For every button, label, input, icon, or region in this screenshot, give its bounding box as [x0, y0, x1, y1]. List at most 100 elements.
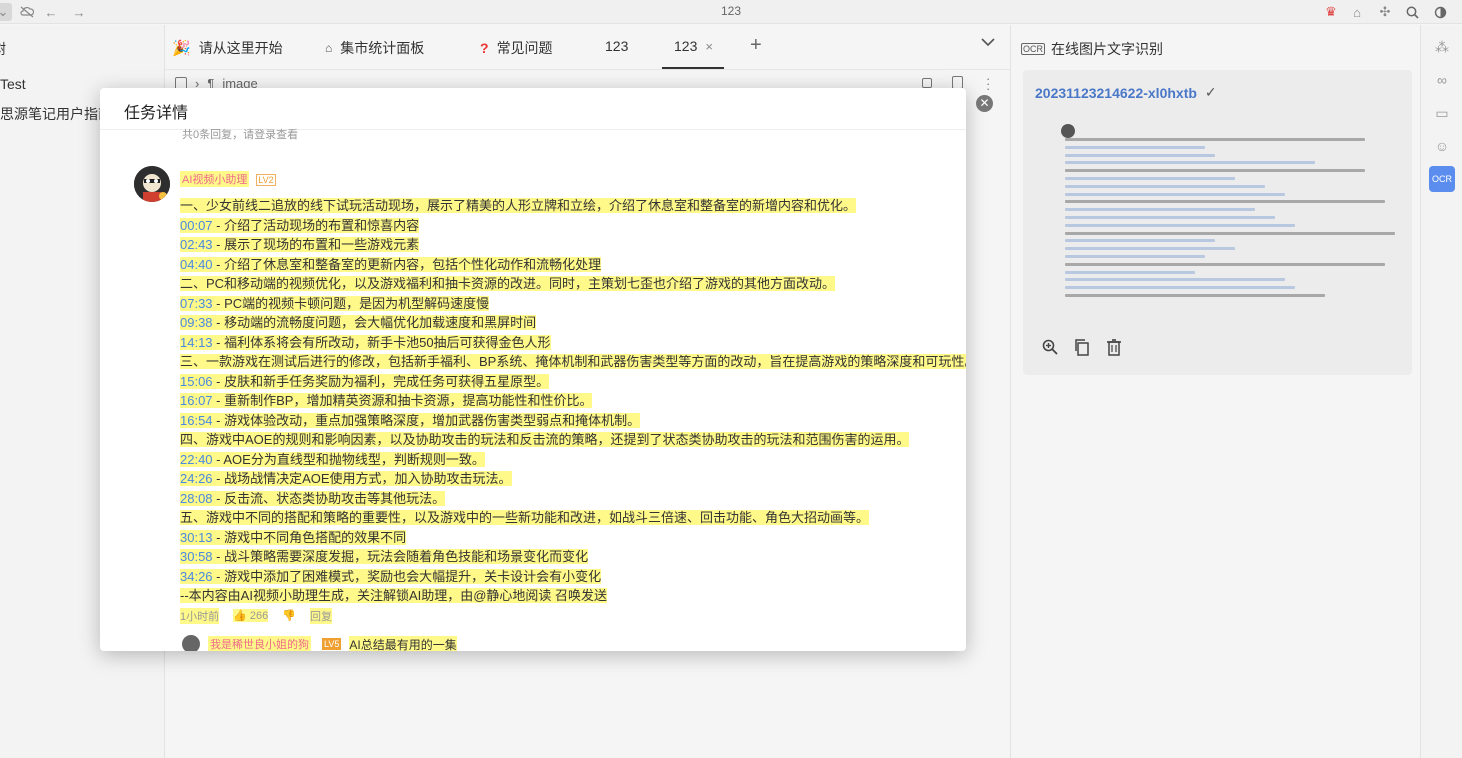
- thumbnail-text-line: [1065, 138, 1365, 141]
- graph-icon[interactable]: ⁂: [1429, 34, 1455, 60]
- timestamp-link[interactable]: 09:38: [180, 315, 213, 330]
- comment-body: AI视频小助理 LV2 一、少女前线二追放的线下试玩活动现场，展示了精美的人形立…: [180, 170, 966, 624]
- timestamp-link[interactable]: 28:08: [180, 491, 213, 506]
- tab-start-here[interactable]: 🎉 请从这里开始: [172, 38, 283, 58]
- summary-line: 30:13 - 游戏中不同角色搭配的效果不同: [180, 528, 940, 548]
- summary-line-text: 三、一款游戏在测试后进行的修改，包括新手福利、BP系统、掩体机制和武器伤害类型等…: [180, 354, 966, 369]
- ocr-item-card[interactable]: 20231123214622-xl0hxtb ✓: [1023, 70, 1412, 375]
- timestamp-link[interactable]: 16:07: [180, 393, 213, 408]
- timestamp-link[interactable]: 34:26: [180, 569, 213, 584]
- backlink-icon[interactable]: ▭: [1429, 100, 1455, 126]
- thumbnail-text-line: [1065, 145, 1205, 149]
- close-tab-icon[interactable]: ×: [705, 39, 713, 54]
- author-avatar[interactable]: [134, 166, 170, 202]
- thumbnail-text-line: [1065, 247, 1235, 251]
- chevron-down-icon[interactable]: [981, 37, 995, 47]
- reply-text: AI总结最有用的一集: [349, 635, 457, 651]
- tab-123-a[interactable]: 123: [605, 38, 628, 54]
- add-tab-icon[interactable]: +: [750, 34, 762, 57]
- thumbnail-text-line: [1065, 262, 1385, 266]
- thumbnail-text-line: [1065, 294, 1325, 297]
- summary-line: 04:40 - 介绍了休息室和整备室的更新内容，包括个性化动作和流畅化处理: [180, 255, 940, 275]
- tab-123-b[interactable]: 123 ×: [674, 38, 713, 54]
- summary-line-text: 一、少女前线二追放的线下试玩活动现场，展示了精美的人形立牌和立绘，介绍了休息室和…: [180, 198, 857, 213]
- level-badge: LV2: [256, 174, 276, 186]
- copy-icon[interactable]: [1073, 338, 1091, 356]
- summary-line-text: - 反击流、状态类协助攻击等其他玩法。: [212, 490, 446, 506]
- more-icon[interactable]: · · ·: [986, 72, 990, 95]
- sidebar-item-test[interactable]: Test: [0, 76, 26, 92]
- close-dialog-icon[interactable]: ✕: [976, 95, 993, 112]
- zoom-in-icon[interactable]: [1041, 338, 1059, 356]
- summary-line: 07:33 - PC端的视频卡顿问题，是因为机型解码速度慢: [180, 294, 940, 314]
- summary-line-text: - 介绍了活动现场的布置和惊喜内容: [212, 217, 420, 233]
- summary-line-text: - 展示了现场的布置和一些游戏元素: [212, 237, 420, 252]
- thumbnail-avatar: [1061, 124, 1075, 138]
- summary-line-text: 五、游戏中不同的搭配和策略的重要性，以及游戏中的一些新功能和改进，如战斗三倍速、…: [180, 510, 870, 525]
- thumbnail-text-line: [1065, 153, 1215, 157]
- thumbnail-text-line: [1065, 184, 1265, 188]
- summary-line: 02:43 - 展示了现场的布置和一些游戏元素: [180, 235, 940, 255]
- timestamp-link[interactable]: 24:26: [180, 471, 213, 486]
- summary-line: 00:07 - 介绍了活动现场的布置和惊喜内容: [180, 216, 940, 236]
- lock-icon[interactable]: [922, 78, 932, 88]
- window-title: 123: [720, 4, 742, 18]
- thumbnail-text-line: [1065, 200, 1385, 204]
- global-graph-icon[interactable]: ∞: [1429, 67, 1455, 93]
- summary-line: 09:38 - 移动端的流畅度问题，会大幅优化加载速度和黑屏时间: [180, 313, 940, 333]
- summary-line: 15:06 - 皮肤和新手任务奖励为福利，完成任务可获得五星原型。: [180, 372, 940, 392]
- ocr-image-thumbnail[interactable]: [1045, 118, 1405, 333]
- summary-line: 二、PC和移动端的视频优化，以及游戏福利和抽卡资源的改进。同时，主策划七歪也介绍…: [180, 274, 940, 294]
- active-tab-indicator: [662, 67, 724, 69]
- search-icon[interactable]: [1403, 3, 1421, 21]
- reply-button[interactable]: 回复: [309, 607, 332, 624]
- emoji-icon[interactable]: ☺: [1429, 133, 1455, 159]
- summary-line-text: - 重新制作BP，增加精英资源和抽卡资源，提高功能性和性价比。: [212, 393, 593, 408]
- timestamp-link[interactable]: 14:13: [180, 335, 213, 350]
- timestamp-link[interactable]: 30:58: [180, 549, 213, 564]
- ocr-dock-icon[interactable]: OCR: [1429, 166, 1455, 192]
- reply-item: 我是稀世良小姐的狗 LV5 AI总结最有用的一集: [182, 635, 457, 651]
- timestamp-link[interactable]: 07:33: [180, 296, 213, 311]
- thumbnail-text-line: [1065, 231, 1395, 235]
- timestamp-link[interactable]: 00:07: [180, 218, 213, 233]
- ocr-item-name[interactable]: 20231123214622-xl0hxtb ✓: [1035, 84, 1217, 101]
- check-icon: ✓: [1204, 84, 1217, 100]
- reply-avatar[interactable]: [182, 635, 200, 651]
- sidebar-item-tree[interactable]: 树: [0, 39, 6, 59]
- bank-icon[interactable]: ⌂: [1348, 3, 1366, 21]
- reply-author[interactable]: 我是稀世良小姐的狗: [208, 636, 311, 651]
- timestamp-link[interactable]: 30:13: [180, 530, 213, 545]
- timestamp-link[interactable]: 04:40: [180, 257, 213, 272]
- like-button[interactable]: 👍 266: [233, 609, 269, 622]
- tab-faq[interactable]: ? 常见问题: [480, 38, 553, 58]
- summary-line: 五、游戏中不同的搭配和策略的重要性，以及游戏中的一些新功能和改进，如战斗三倍速、…: [180, 508, 940, 528]
- tab-market-stats[interactable]: ⌂ 集市统计面板: [325, 38, 424, 58]
- timestamp-link[interactable]: 22:40: [180, 452, 213, 467]
- summary-line-text: - 皮肤和新手任务奖励为福利，完成任务可获得五星原型。: [212, 373, 550, 389]
- trash-icon[interactable]: [1105, 338, 1123, 356]
- summary-line: 16:54 - 游戏体验改动，重点加强策略深度，增加武器伤害类型弱点和掩体机制。: [180, 411, 940, 431]
- timestamp-link[interactable]: 16:54: [180, 413, 213, 428]
- ocr-item-actions: [1041, 338, 1123, 356]
- author-name[interactable]: AI视频小助理: [180, 171, 250, 187]
- summary-line-text: - 游戏中添加了困难模式，奖励也会大幅提升，关卡设计会有小变化: [212, 568, 602, 584]
- ocr-panel: OCR 在线图片文字识别 20231123214622-xl0hxtb ✓: [1010, 25, 1420, 758]
- summary-line-text: --本内容由AI视频小助理生成，关注解锁AI助理，由@静心地阅读 召唤发送: [180, 588, 608, 603]
- thumbnail-text-line: [1065, 270, 1195, 274]
- summary-line: 22:40 - AOE分为直线型和抛物线型，判断规则一致。: [180, 450, 940, 470]
- theme-toggle-icon[interactable]: [1431, 3, 1449, 21]
- thumbnail-text-line: [1065, 216, 1275, 219]
- timestamp-link[interactable]: 02:43: [180, 237, 213, 252]
- dislike-icon[interactable]: 👎: [282, 609, 296, 622]
- plugin-icon[interactable]: ✣: [1376, 3, 1394, 21]
- timestamp-link[interactable]: 15:06: [180, 374, 213, 389]
- sidebar-item-user-guide[interactable]: 思源笔记用户指南: [0, 104, 112, 124]
- title-bar: ⌄ ← → 123 ♛ ⌂ ✣: [0, 0, 1462, 24]
- thumbnail-text-line: [1065, 192, 1285, 196]
- thumbnail-text-line: [1065, 223, 1295, 227]
- crown-icon[interactable]: ♛: [1322, 3, 1340, 21]
- comment-meta: 1小时前 👍 266 👎 回复: [180, 607, 940, 624]
- task-detail-dialog: 任务详情 共0条回复，请登录查看 AI视频小助理 LV2 一、少女前线二追放的线…: [100, 88, 966, 651]
- thumb-up-icon: 👍: [233, 610, 247, 622]
